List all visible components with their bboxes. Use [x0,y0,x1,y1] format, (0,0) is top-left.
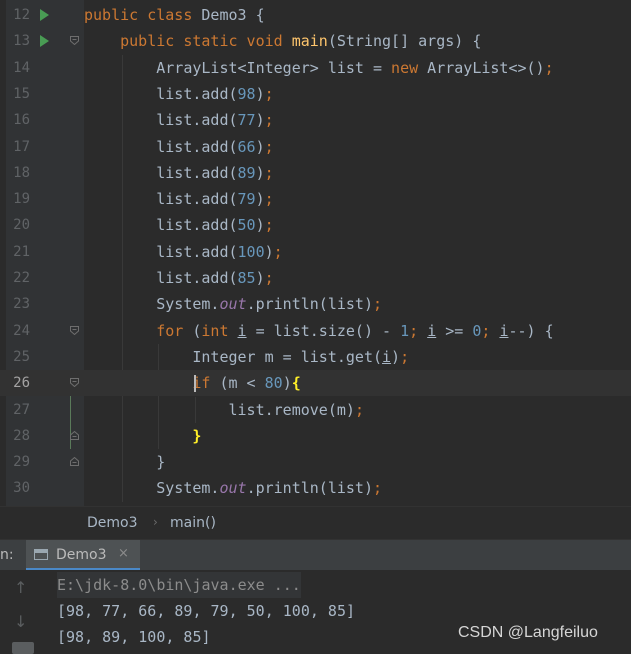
code-text[interactable]: list.add(100); [84,239,282,265]
line-number[interactable]: 28 [6,423,30,449]
line-number[interactable]: 21 [6,239,30,265]
code-text[interactable]: list.add(79); [84,186,273,212]
console-output-line: [98, 89, 100, 85] [57,628,211,646]
code-text[interactable]: public class Demo3 { [84,2,265,28]
close-icon[interactable]: × [118,546,129,561]
line-number[interactable]: 13 [6,28,30,54]
code-line[interactable]: 13 public static void main(String[] args… [0,28,631,54]
code-line[interactable]: 29 } [0,449,631,475]
run-gutter-icon[interactable] [40,9,49,21]
arrow-down-icon[interactable]: ↓ [14,612,27,631]
code-line[interactable]: 16 list.add(77); [0,107,631,133]
arrow-up-icon[interactable]: ↑ [14,578,27,597]
code-text[interactable]: System.out.println(list); [84,475,382,501]
line-number[interactable]: 26 [6,370,30,396]
line-number[interactable]: 23 [6,291,30,317]
code-line[interactable]: 18 list.add(89); [0,160,631,186]
code-line[interactable]: 19 list.add(79); [0,186,631,212]
code-text[interactable]: for (int i = list.size() - 1; i >= 0; i-… [84,318,553,344]
line-number[interactable]: 27 [6,397,30,423]
code-line[interactable]: 14 ArrayList<Integer> list = new ArrayLi… [0,55,631,81]
code-line[interactable]: 12 public class Demo3 { [0,2,631,28]
line-number[interactable]: 29 [6,449,30,475]
run-tool-window-header: n: Demo3 × [0,539,631,571]
code-text[interactable]: if (m < 80){ [84,370,300,396]
console-window-icon [34,549,48,560]
console-output-line: [98, 77, 66, 89, 79, 50, 100, 85] [57,602,356,620]
code-text[interactable]: list.add(98); [84,81,273,107]
text-caret [194,375,196,392]
tab-label: Demo3 [56,547,107,563]
console-toolbar: ↑ ↓ [0,570,42,654]
line-number[interactable]: 15 [6,81,30,107]
code-text[interactable]: } [84,423,201,449]
code-text[interactable]: list.add(89); [84,160,273,186]
code-text[interactable]: ArrayList<Integer> list = new ArrayList<… [84,55,553,81]
code-text[interactable]: list.add(50); [84,212,273,238]
code-line[interactable]: 30 System.out.println(list); [0,475,631,501]
breadcrumb-class[interactable]: Demo3 [87,515,138,531]
code-text[interactable]: Integer m = list.get(i); [84,344,409,370]
line-number[interactable]: 16 [6,107,30,133]
tab-demo3-run[interactable]: Demo3 × [26,540,140,571]
code-line[interactable]: 24 for (int i = list.size() - 1; i >= 0;… [0,318,631,344]
line-number[interactable]: 22 [6,265,30,291]
code-text[interactable]: list.remove(m); [84,397,363,423]
watermark: CSDN @Langfeiluo [458,624,598,641]
run-gutter-icon[interactable] [40,35,49,48]
line-number[interactable]: 30 [6,475,30,501]
line-number[interactable]: 17 [6,134,30,160]
line-number[interactable]: 14 [6,55,30,81]
code-editor[interactable]: 12 public class Demo3 {13 public static v… [0,0,631,506]
code-line[interactable]: 17 list.add(66); [0,134,631,160]
breadcrumb-method[interactable]: main() [170,515,216,531]
code-line[interactable]: 23 System.out.println(list); [0,291,631,317]
code-text[interactable]: } [84,449,165,475]
code-line[interactable]: 15 list.add(98); [0,81,631,107]
line-number[interactable]: 20 [6,212,30,238]
code-line[interactable]: 21 list.add(100); [0,239,631,265]
breadcrumb-separator-icon: › [153,515,158,529]
line-number[interactable]: 18 [6,160,30,186]
code-line[interactable]: 25 Integer m = list.get(i); [0,344,631,370]
run-panel-label: n: [0,547,14,563]
fold-end-icon[interactable] [70,430,79,440]
code-text[interactable]: list.add(66); [84,134,273,160]
line-number[interactable]: 25 [6,344,30,370]
fold-collapse-icon[interactable] [70,36,79,46]
soft-wrap-icon[interactable] [12,642,34,654]
code-text[interactable]: System.out.println(list); [84,291,382,317]
fold-end-icon[interactable] [70,457,79,467]
console-command-line: E:\jdk-8.0\bin\java.exe ... [57,572,301,598]
code-text[interactable]: public static void main(String[] args) { [84,28,481,54]
code-text[interactable]: list.add(77); [84,107,273,133]
code-line[interactable]: 28 } [0,423,631,449]
line-number[interactable]: 12 [6,2,30,28]
code-line[interactable]: 22 list.add(85); [0,265,631,291]
code-line[interactable]: 27 list.remove(m); [0,397,631,423]
fold-collapse-icon[interactable] [70,325,79,335]
line-number[interactable]: 19 [6,186,30,212]
breadcrumb: Demo3 › main() [0,506,631,539]
code-line[interactable]: 26 if (m < 80){ [0,370,631,397]
line-number[interactable]: 24 [6,318,30,344]
code-text[interactable]: list.add(85); [84,265,273,291]
code-line[interactable]: 20 list.add(50); [0,212,631,238]
fold-collapse-icon[interactable] [70,378,79,388]
